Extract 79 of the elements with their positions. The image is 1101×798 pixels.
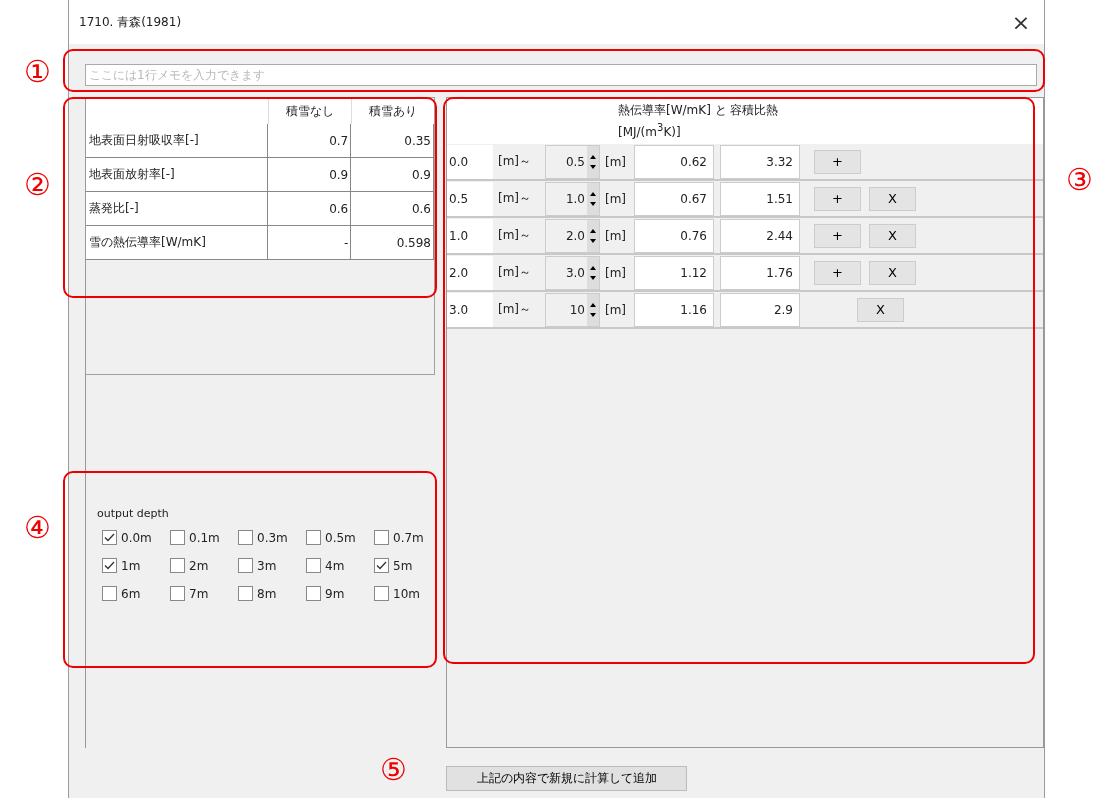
annotation-number: ① [24,53,51,91]
depth-checkbox[interactable]: 5m [374,558,442,573]
depth-checkbox[interactable]: 4m [306,558,374,573]
unit-label: [m]～ [497,301,533,318]
add-row-button[interactable]: + [814,149,861,174]
heat-capacity-field[interactable]: 1.51 [720,181,800,216]
depth-from-field[interactable]: 1.0 [447,218,493,253]
add-row-button[interactable]: + [814,186,861,211]
depth-from-field[interactable]: 2.0 [447,255,493,290]
close-button[interactable]: × [998,2,1044,42]
depth-from-field[interactable]: 0.5 [447,181,493,216]
unit-label: [m] [604,302,628,317]
table-cell: - [268,226,352,260]
conductivity-field[interactable]: 0.67 [634,181,714,216]
depth-checkbox[interactable]: 8m [238,586,306,601]
depth-checkbox[interactable]: 0.3m [238,530,306,545]
heat-capacity-field[interactable]: 2.44 [720,218,800,253]
depth-checkbox[interactable]: 0.5m [306,530,374,545]
depth-to-spinner[interactable]: 1.0 [545,181,600,216]
depth-to-spinner[interactable]: 3.0 [545,255,600,290]
row-label: 地表面放射率[-] [86,158,269,192]
unit-label: [m] [604,228,628,243]
window-title: 1710. 青森(1981) [79,13,182,31]
heat-capacity-field[interactable]: 1.76 [720,255,800,290]
row-label: 地表面日射吸収率[-] [86,124,269,158]
conductivity-field[interactable]: 1.16 [634,292,714,327]
table-cell: 0.9 [268,158,352,192]
depth-checkbox[interactable]: 10m [374,586,442,601]
add-row-button[interactable]: + [814,260,861,285]
table-cell: 0.9 [351,158,434,192]
depth-checkbox[interactable]: 0.7m [374,530,442,545]
check-icon [104,561,115,570]
calculate-add-button[interactable]: 上記の内容で新規に計算して追加 [446,766,687,791]
depth-to-spinner[interactable]: 2.0 [545,218,600,253]
check-icon [376,561,387,570]
unit-label: [m]～ [497,264,533,281]
unit-label: [m] [604,265,628,280]
annotation-number: ② [24,166,51,204]
unit-label: [m] [604,191,628,206]
memo-field[interactable]: ここには1行メモを入力できます [85,64,1037,86]
annotation-number: ③ [1066,161,1093,199]
depth-checkbox[interactable]: 3m [238,558,306,573]
heat-capacity-field[interactable]: 2.9 [720,292,800,327]
remove-row-button[interactable]: X [869,223,916,248]
depth-to-spinner[interactable]: 0.5 [545,144,600,179]
depth-from-field[interactable]: 3.0 [447,292,493,327]
unit-label: [m]～ [497,153,533,170]
depth-checkbox[interactable]: 9m [306,586,374,601]
remove-row-button[interactable]: X [869,260,916,285]
annotation-number: ④ [24,509,51,547]
depth-checkbox[interactable]: 7m [170,586,238,601]
row-label: 蒸発比[-] [86,192,269,226]
heat-capacity-field[interactable]: 3.32 [720,144,800,179]
depth-checkbox[interactable]: 2m [170,558,238,573]
depth-checkbox[interactable]: 0.1m [170,530,238,545]
depth-from-field[interactable]: 0.0 [447,144,493,179]
annotation-number: ⑤ [380,751,407,789]
table-cell: 0.35 [351,124,434,158]
conductivity-field[interactable]: 0.76 [634,218,714,253]
table-cell: 0.7 [268,124,352,158]
table-cell: 0.6 [351,192,434,226]
unit-label: [m]～ [497,227,533,244]
depth-checkbox[interactable]: 6m [102,586,170,601]
remove-row-button[interactable]: X [857,297,904,322]
add-row-button[interactable]: + [814,223,861,248]
depth-to-spinner[interactable]: 10 [545,292,600,327]
check-icon [104,533,115,542]
unit-label: [m] [604,154,628,169]
table-cell: 0.598 [351,226,434,260]
depth-checkbox[interactable]: 1m [102,558,170,573]
conductivity-field[interactable]: 0.62 [634,144,714,179]
layers-header: 熱伝導率[W/mK] と 容積比熱[MJ/(m$^{3}$K)] [618,102,780,141]
depth-checkbox[interactable]: 0.0m [102,530,170,545]
group-label: output depth [97,507,169,520]
conductivity-field[interactable]: 1.12 [634,255,714,290]
remove-row-button[interactable]: X [869,186,916,211]
table-cell: 0.6 [268,192,352,226]
unit-label: [m]～ [497,190,533,207]
row-label: 雪の熱伝導率[W/mK] [86,226,269,260]
